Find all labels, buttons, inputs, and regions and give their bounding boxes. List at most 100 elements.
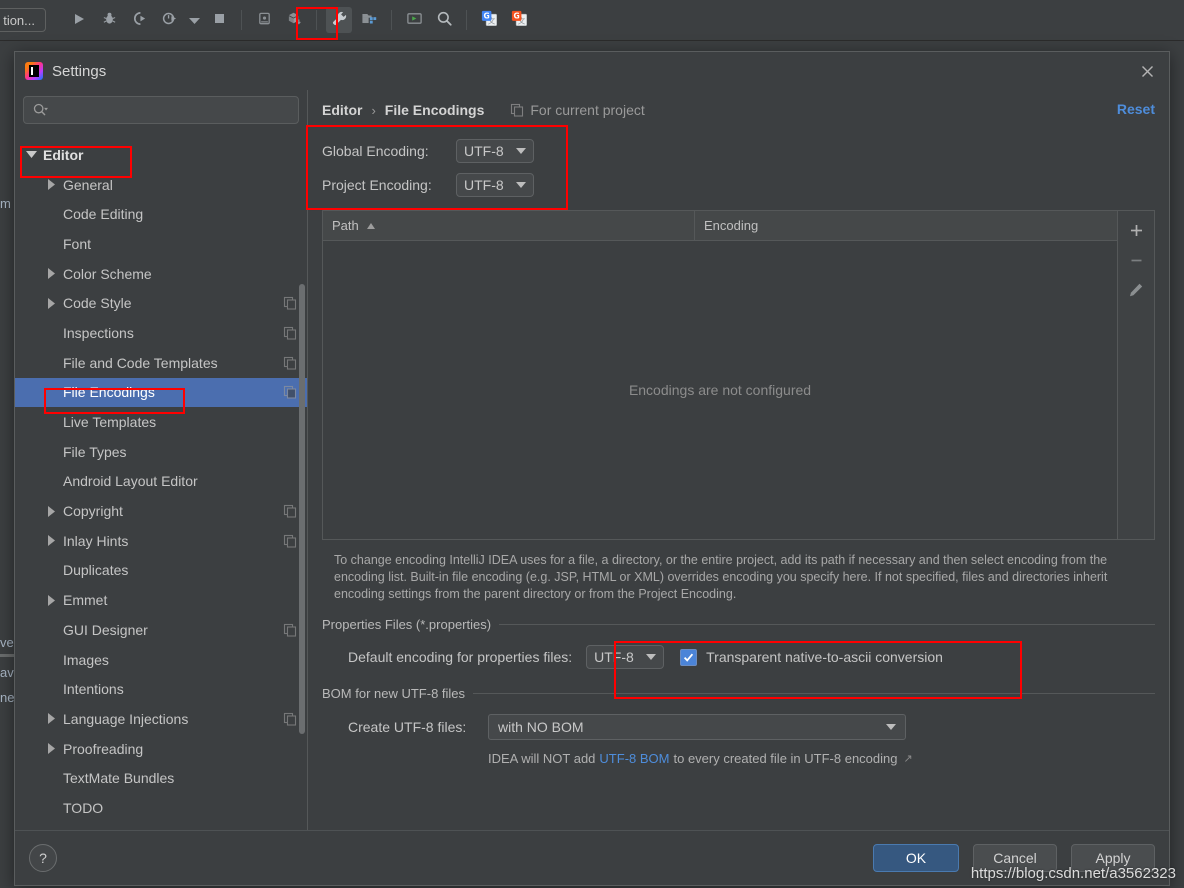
bom-note-prefix: IDEA will NOT add [488, 751, 596, 766]
chevron-right-icon[interactable] [45, 713, 57, 725]
transparent-conversion-checkbox[interactable]: Transparent native-to-ascii conversion [680, 648, 943, 666]
tree-scrollbar[interactable] [299, 284, 305, 734]
sidebar-item-label: Live Templates [63, 414, 157, 431]
global-encoding-combo[interactable]: UTF-8 [456, 139, 534, 163]
device-icon [257, 11, 272, 29]
encodings-table: Path Encoding Encodings are not configur… [322, 210, 1155, 540]
profile-dropdown[interactable] [186, 7, 202, 33]
sidebar-item-file-types[interactable]: File Types [15, 437, 307, 467]
sidebar-item-color-scheme[interactable]: Color Scheme [15, 259, 307, 289]
bom-note-suffix: to every created file in UTF-8 encoding [673, 751, 898, 766]
remove-row-button[interactable] [1121, 245, 1151, 275]
translate-alt-button[interactable]: 文 G [506, 7, 532, 33]
copy-scope-icon [283, 296, 297, 310]
sidebar-item-intentions[interactable]: Intentions [15, 674, 307, 704]
column-header-path[interactable]: Path [323, 211, 695, 240]
column-header-path-label: Path [332, 218, 359, 233]
sidebar-item-gui-designer[interactable]: GUI Designer [15, 615, 307, 645]
encodings-table-grid: Path Encoding Encodings are not configur… [323, 211, 1117, 539]
background-text-ne: ne [0, 690, 15, 705]
utf8-bom-link[interactable]: UTF-8 BOM [599, 751, 669, 766]
terminal-button[interactable] [401, 7, 427, 33]
column-header-encoding[interactable]: Encoding [695, 211, 1117, 240]
chevron-right-icon[interactable] [45, 743, 57, 755]
column-header-encoding-label: Encoding [704, 218, 759, 233]
table-body: Encodings are not configured [323, 241, 1117, 539]
sidebar-item-inspections[interactable]: Inspections [15, 318, 307, 348]
copy-scope-icon [283, 385, 297, 399]
search-field[interactable] [54, 101, 290, 119]
sidebar-item-code-style[interactable]: Code Style [15, 288, 307, 318]
sidebar-item-label: Duplicates [63, 562, 129, 579]
search-icon [32, 102, 48, 118]
ok-label: OK [905, 850, 927, 866]
sidebar-item-textmate-bundles[interactable]: TextMate Bundles [15, 763, 307, 793]
table-empty-message: Encodings are not configured [628, 382, 812, 398]
reset-link[interactable]: Reset [1117, 101, 1155, 117]
background-text-ve: ve [0, 635, 14, 650]
sidebar-item-file-and-code-templates[interactable]: File and Code Templates [15, 348, 307, 378]
default-properties-encoding-combo[interactable]: UTF-8 [586, 645, 665, 669]
sdk-download-button[interactable] [281, 7, 307, 33]
run-coverage-button[interactable] [126, 7, 152, 33]
sidebar-item-label: GUI Designer [63, 621, 148, 638]
ok-button[interactable]: OK [873, 844, 959, 872]
sidebar-item-code-editing[interactable]: Code Editing [15, 199, 307, 229]
add-row-button[interactable] [1121, 215, 1151, 245]
sidebar-item-label: TextMate Bundles [63, 770, 175, 787]
chevron-right-icon[interactable] [45, 297, 57, 309]
copy-scope-icon [283, 504, 297, 518]
sidebar-item-inlay-hints[interactable]: Inlay Hints [15, 526, 307, 556]
sidebar-item-label: File Encodings [63, 384, 155, 401]
chevron-right-icon[interactable] [45, 505, 57, 517]
chevron-down-icon [516, 182, 526, 188]
chevron-right-icon[interactable] [45, 594, 57, 606]
create-utf8-combo[interactable]: with NO BOM [488, 714, 906, 740]
sidebar-item-android-layout-editor[interactable]: Android Layout Editor [15, 467, 307, 497]
group-divider [473, 693, 1155, 694]
help-button[interactable]: ? [29, 844, 57, 872]
search-everywhere-button[interactable] [431, 7, 457, 33]
chevron-right-icon[interactable] [45, 179, 57, 191]
chevron-right-icon[interactable] [45, 268, 57, 280]
edit-row-button[interactable] [1121, 275, 1151, 305]
chevron-right-icon[interactable] [45, 535, 57, 547]
create-utf8-label: Create UTF-8 files: [348, 719, 467, 735]
stop-button[interactable] [206, 7, 232, 33]
sidebar-item-general[interactable]: General [15, 170, 307, 200]
sidebar-item-emmet[interactable]: Emmet [15, 585, 307, 615]
sidebar-item-file-encodings[interactable]: File Encodings [15, 377, 307, 408]
bom-note: IDEA will NOT add UTF-8 BOM to every cre… [322, 751, 1155, 766]
device-manager-button[interactable] [251, 7, 277, 33]
project-encoding-combo[interactable]: UTF-8 [456, 173, 534, 197]
sidebar-item-font[interactable]: Font [15, 229, 307, 259]
settings-tree[interactable]: Editor General Code Editing Font Color Schem… [15, 132, 307, 830]
svg-text:G: G [483, 12, 489, 21]
sidebar-item-duplicates[interactable]: Duplicates [15, 556, 307, 586]
sidebar-item-language-injections[interactable]: Language Injections [15, 704, 307, 734]
sidebar-item-label: Images [63, 651, 109, 668]
project-structure-button[interactable] [356, 7, 382, 33]
close-icon[interactable] [1137, 61, 1157, 81]
run-configuration-selector[interactable]: tion... [0, 8, 46, 32]
cube-down-icon [287, 11, 302, 29]
debug-button[interactable] [96, 7, 122, 33]
settings-button[interactable] [326, 7, 352, 33]
sidebar-item-todo[interactable]: TODO [15, 793, 307, 823]
search-input[interactable] [23, 96, 299, 124]
sidebar-item-images[interactable]: Images [15, 645, 307, 675]
chevron-down-icon[interactable] [25, 149, 37, 161]
sidebar-item-live-templates[interactable]: Live Templates [15, 407, 307, 437]
sidebar-item-editor[interactable]: Editor [15, 140, 307, 170]
settings-left-pane: Editor General Code Editing Font Color Schem… [15, 90, 307, 830]
sidebar-item-copyright[interactable]: Copyright [15, 496, 307, 526]
profile-button[interactable] [156, 7, 182, 33]
breadcrumb-parent[interactable]: Editor [322, 102, 362, 118]
run-button[interactable] [66, 7, 92, 33]
sidebar-item-proofreading[interactable]: Proofreading [15, 734, 307, 764]
svg-text:G: G [513, 12, 519, 21]
sidebar-item-label: File and Code Templates [63, 354, 218, 371]
translate-button[interactable]: 文 G [476, 7, 502, 33]
sidebar-item-label: Editor [43, 146, 84, 163]
default-properties-encoding-label: Default encoding for properties files: [348, 649, 573, 665]
